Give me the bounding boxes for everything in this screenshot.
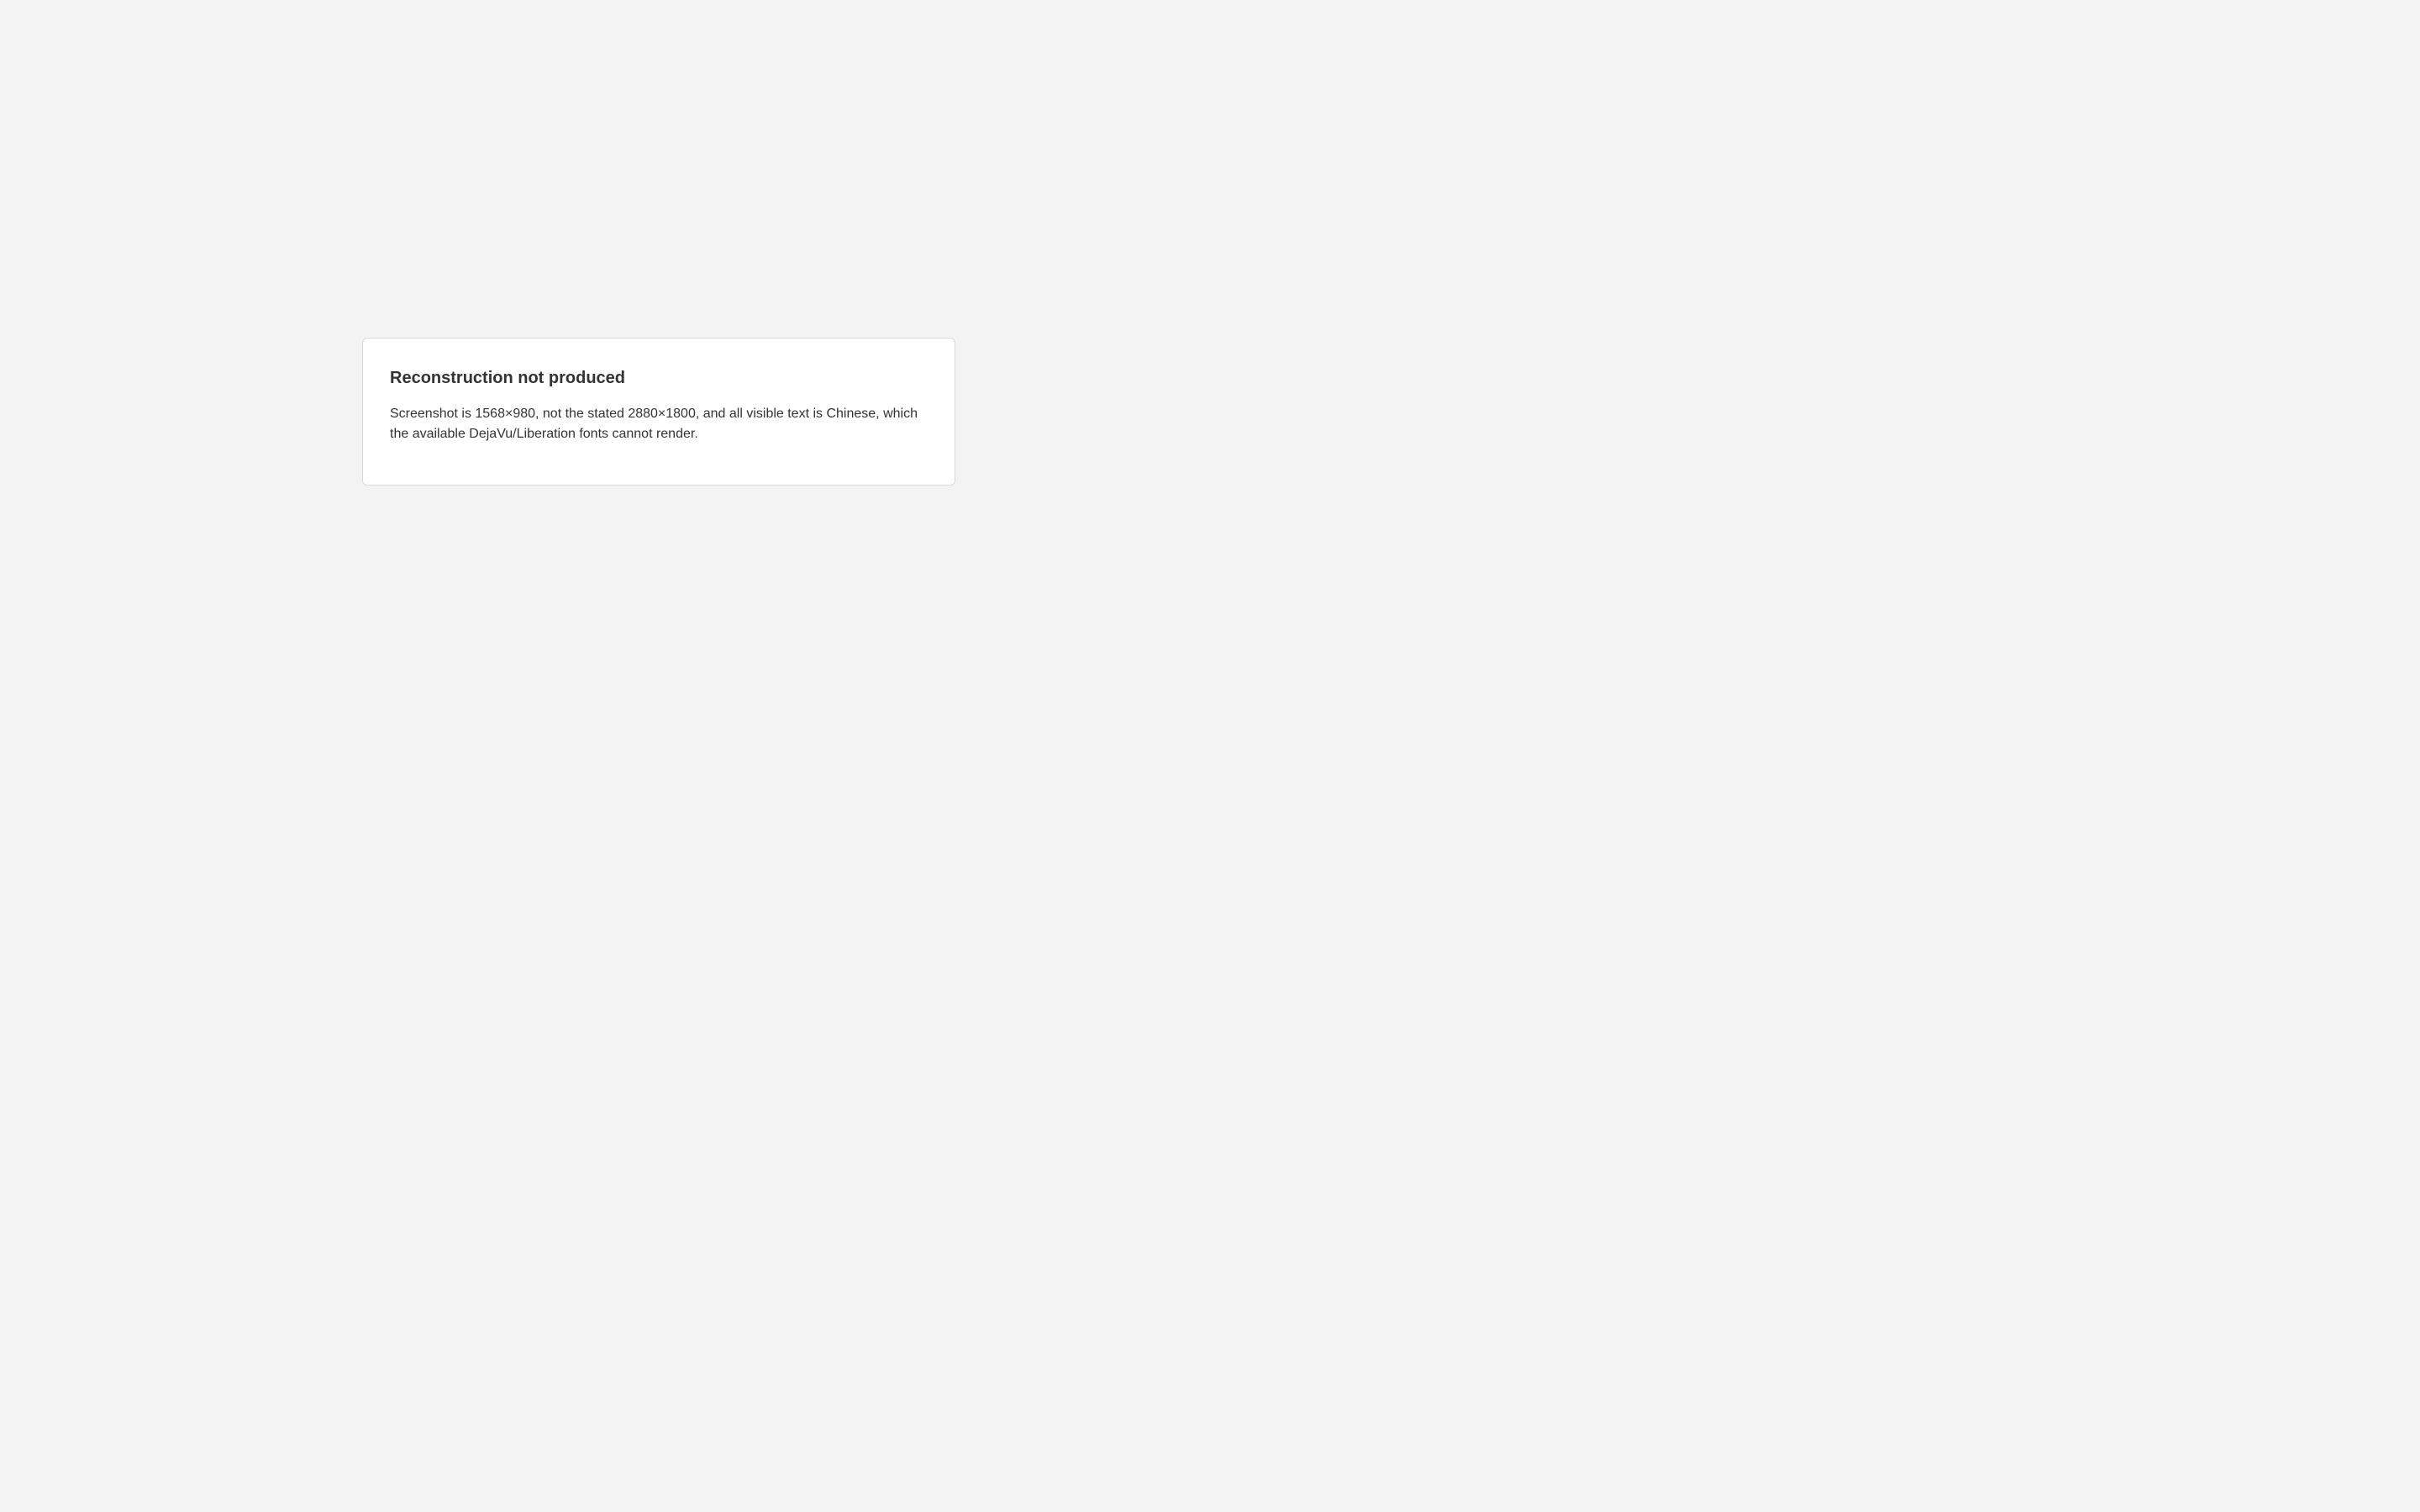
stub-message: Screenshot is 1568×980, not the stated 2…: [390, 407, 918, 441]
stub-panel: Reconstruction not produced Screenshot i…: [362, 338, 955, 486]
stub-heading: Reconstruction not produced: [390, 369, 625, 387]
